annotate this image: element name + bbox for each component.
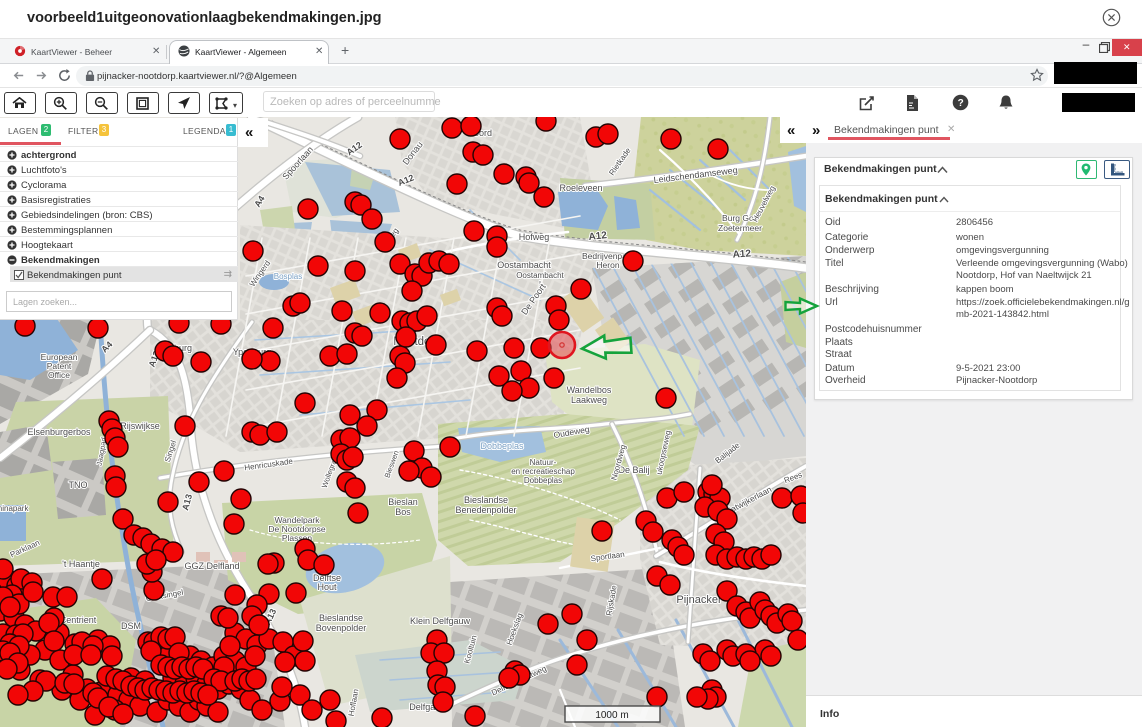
svg-text:DSM: DSM xyxy=(121,621,141,631)
svg-text:Hofweg: Hofweg xyxy=(519,232,550,242)
svg-text:Office: Office xyxy=(48,370,70,380)
svg-text:Benedenpolder: Benedenpolder xyxy=(455,505,516,515)
svg-text:Centrient: Centrient xyxy=(60,615,97,625)
svg-text:Elsenburgerbos: Elsenburgerbos xyxy=(27,427,91,437)
svg-text:A12: A12 xyxy=(588,230,608,243)
svg-text:?: ? xyxy=(958,98,964,109)
svg-text:Rijswijkse: Rijswijkse xyxy=(120,421,160,431)
svg-text:Bieslandse: Bieslandse xyxy=(319,613,363,623)
svg-text:TNO: TNO xyxy=(69,480,88,490)
svg-text:Klein Delfgauw: Klein Delfgauw xyxy=(410,616,471,626)
svg-text:Heron: Heron xyxy=(596,260,619,270)
svg-text:minapark: minapark xyxy=(0,504,29,513)
svg-text:Natuur-: Natuur- xyxy=(530,458,557,467)
svg-text:GGZ Delfland: GGZ Delfland xyxy=(184,561,239,571)
svg-text:Oostambacht: Oostambacht xyxy=(497,260,551,270)
svg-text:Pijnacker: Pijnacker xyxy=(676,594,722,606)
svg-text:Hout: Hout xyxy=(317,582,337,592)
svg-text:Roeleveen: Roeleveen xyxy=(559,183,602,193)
svg-text:Laakweg: Laakweg xyxy=(571,395,607,405)
svg-text:Wandelbos: Wandelbos xyxy=(567,385,612,395)
svg-text:Bieslandse: Bieslandse xyxy=(464,495,508,505)
svg-text:Dobbeplas: Dobbeplas xyxy=(524,476,562,485)
svg-text:Oostambacht: Oostambacht xyxy=(516,271,564,280)
svg-text:1000 m: 1000 m xyxy=(595,710,628,721)
svg-text:Dobbeplas: Dobbeplas xyxy=(480,441,524,451)
svg-text:De Balij: De Balij xyxy=(618,465,649,475)
svg-text:Zoetermeer: Zoetermeer xyxy=(718,223,762,233)
svg-text:Bosplas: Bosplas xyxy=(274,272,302,281)
svg-text:en recreatieschap: en recreatieschap xyxy=(511,467,575,476)
svg-text:Bieslan: Bieslan xyxy=(388,497,418,507)
svg-text:A12: A12 xyxy=(732,248,752,260)
svg-text:Bovenpolder: Bovenpolder xyxy=(316,623,367,633)
svg-text:Bos: Bos xyxy=(395,507,411,517)
svg-text:'t Haantje: 't Haantje xyxy=(62,559,100,569)
